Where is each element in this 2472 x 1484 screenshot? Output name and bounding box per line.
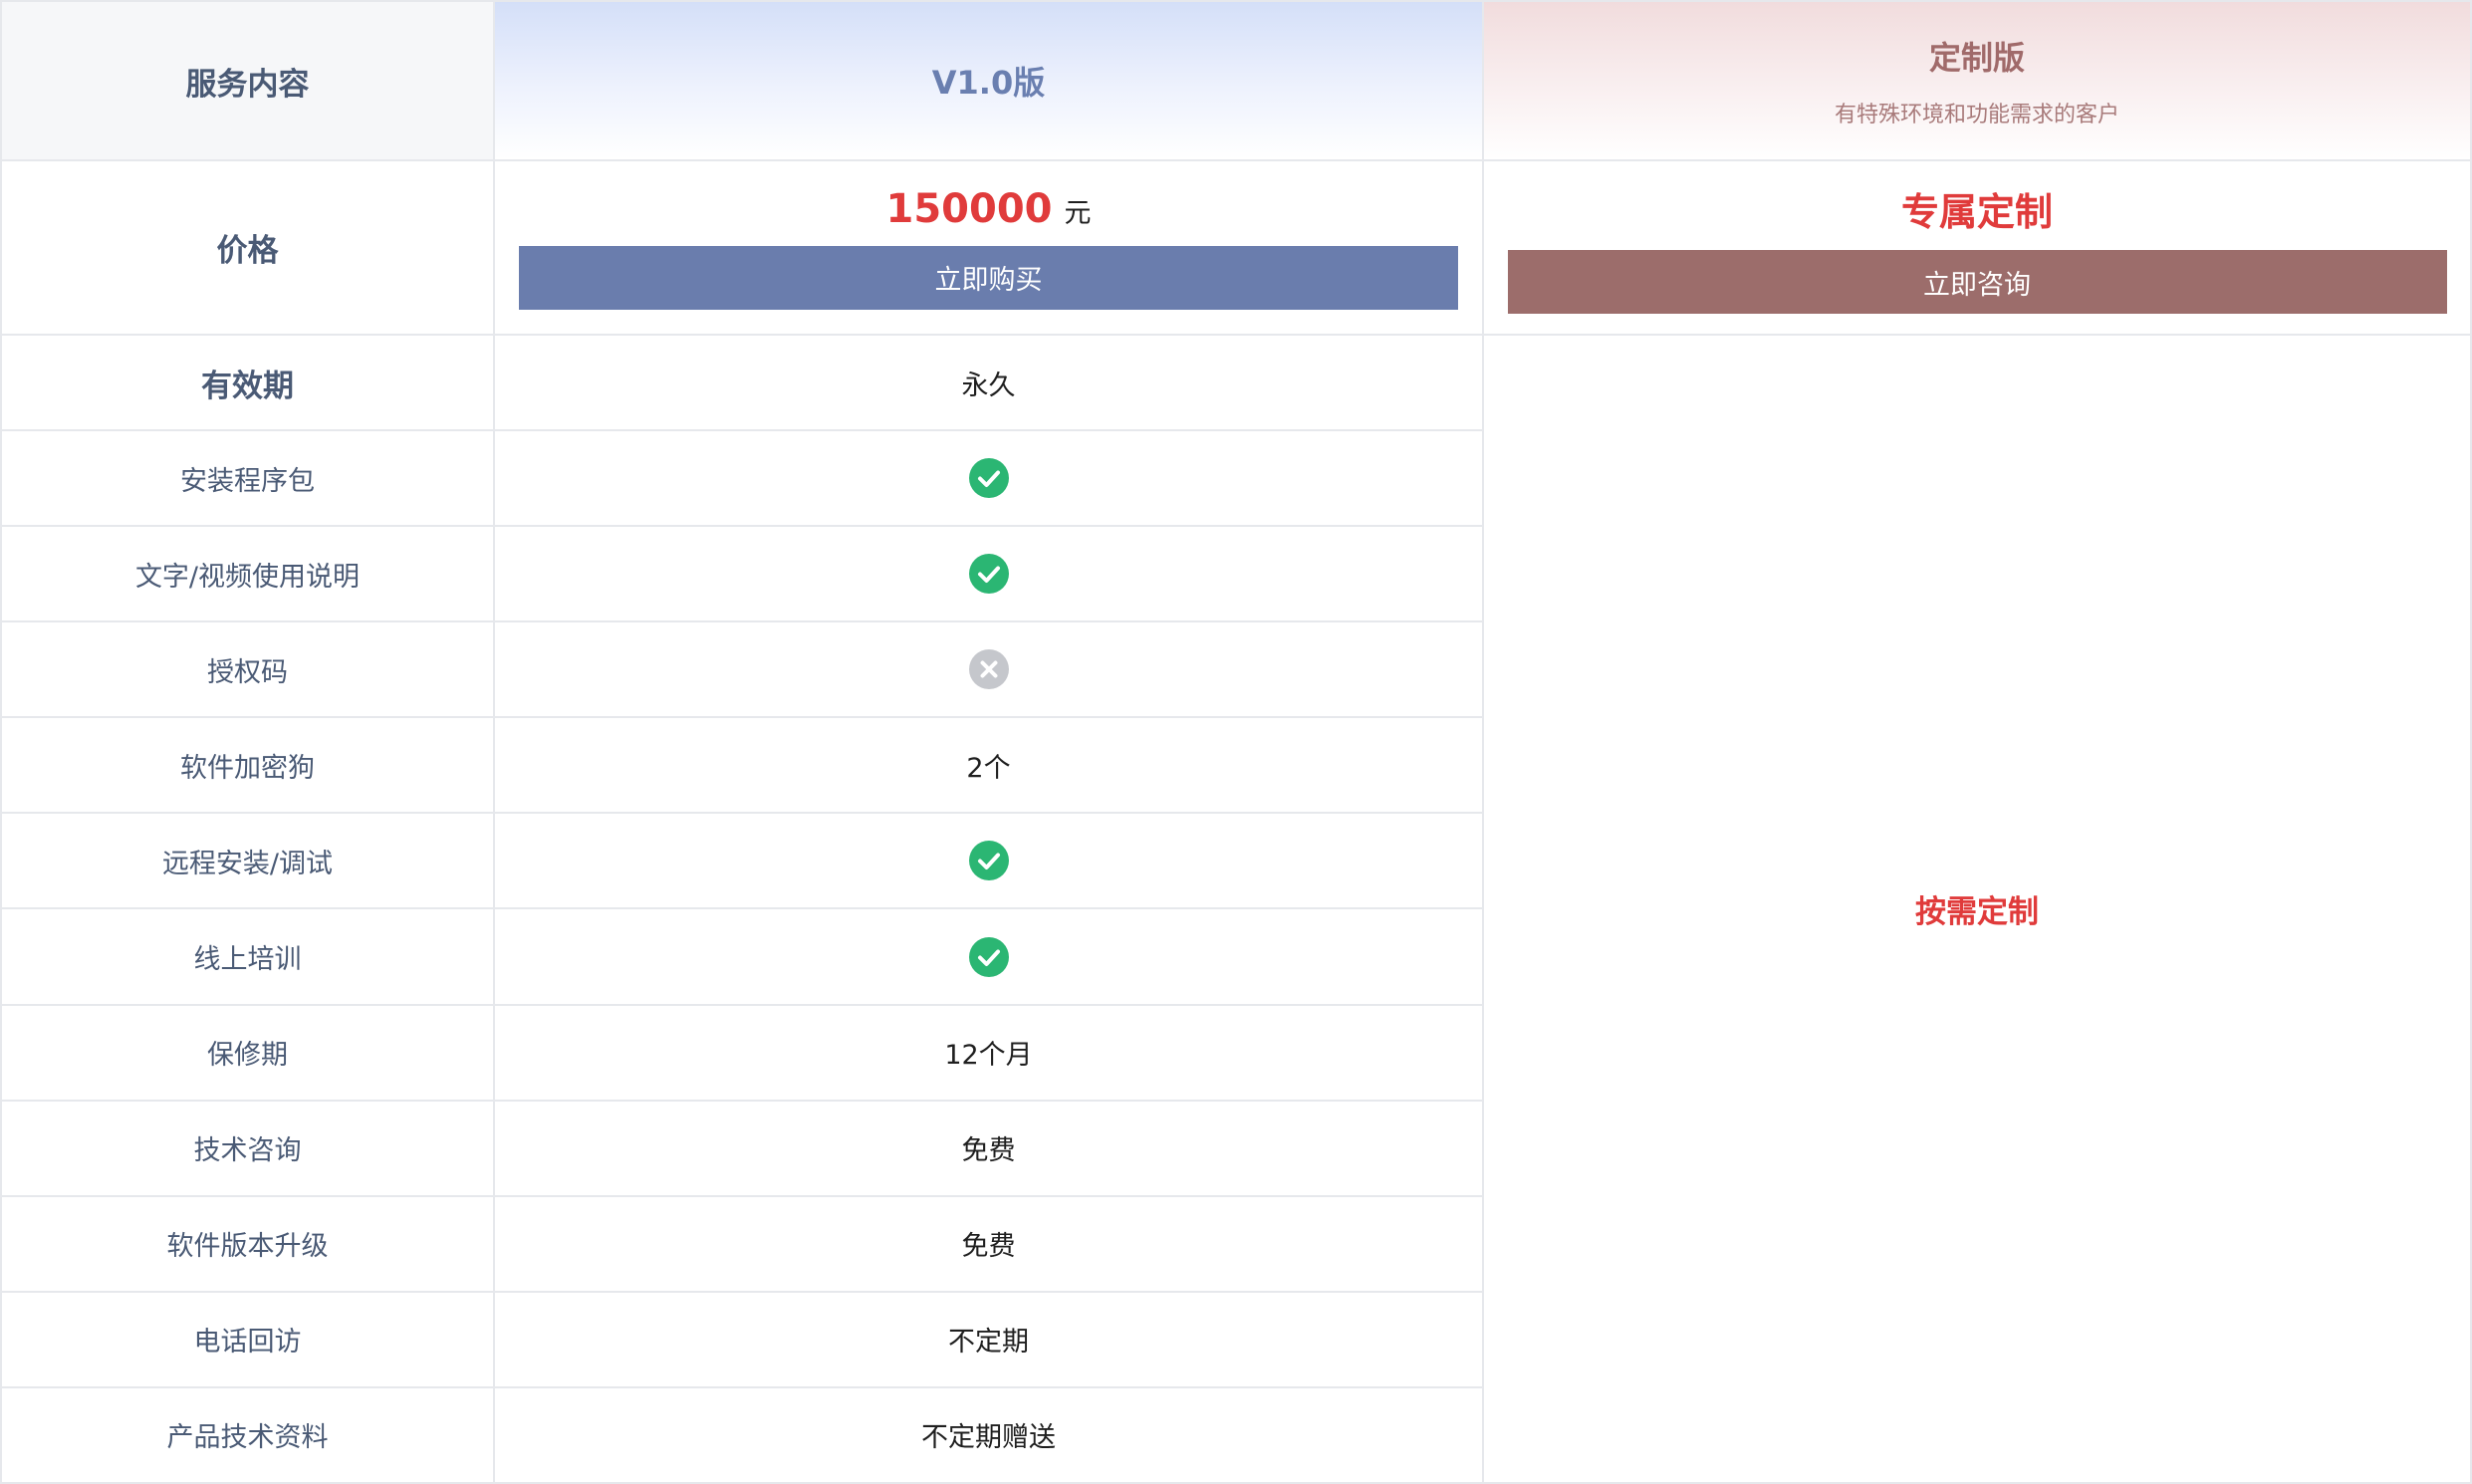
row-label-cell: 电话回访 — [0, 1292, 495, 1388]
v1-price-amount: 150000 — [885, 185, 1053, 232]
row-value-cell — [495, 814, 1484, 910]
check-icon — [968, 841, 1009, 881]
row-label: 技术咨询 — [193, 1135, 302, 1167]
header-v1-label: V1.0版 — [931, 64, 1046, 102]
row-value-cell — [495, 431, 1484, 528]
header-service-cell: 服务内容 — [0, 0, 495, 161]
row-label-cell: 保修期 — [0, 1005, 495, 1102]
row-value-cell: 2个 — [495, 718, 1484, 815]
check-icon — [968, 936, 1009, 977]
row-value-cell: 免费 — [495, 1101, 1484, 1197]
row-label-cell: 文字/视频使用说明 — [0, 527, 495, 623]
row-label: 文字/视频使用说明 — [134, 561, 361, 593]
row-value-cell — [495, 622, 1484, 719]
row-label: 软件加密狗 — [180, 752, 315, 784]
cross-icon — [968, 649, 1009, 690]
custom-price-cell: 专属定制 立即咨询 — [1484, 161, 2472, 336]
v1-price-cell: 150000 元 立即购买 — [495, 161, 1484, 336]
price-label-cell: 价格 — [0, 161, 495, 336]
consult-now-button[interactable]: 立即咨询 — [1507, 250, 2447, 314]
check-icon — [968, 458, 1009, 499]
row-value-cell — [495, 909, 1484, 1006]
row-value-cell: 12个月 — [495, 1005, 1484, 1102]
custom-price-group: 专属定制 立即咨询 — [1484, 181, 2470, 314]
row-label: 线上培训 — [193, 944, 302, 975]
header-custom-cell: 定制版 有特殊环境和功能需求的客户 — [1484, 0, 2472, 161]
row-label: 产品技术资料 — [166, 1422, 329, 1454]
buy-now-button[interactable]: 立即购买 — [519, 245, 1458, 310]
row-label: 授权码 — [207, 656, 288, 688]
row-label-cell: 产品技术资料 — [0, 1387, 495, 1484]
row-value: 永久 — [961, 370, 1016, 401]
custom-price-label: 专属定制 — [1900, 190, 2053, 234]
row-label: 有效期 — [201, 368, 294, 404]
row-label: 远程安装/调试 — [161, 848, 334, 879]
row-label-cell: 有效期 — [0, 336, 495, 432]
row-value: 免费 — [961, 1135, 1016, 1167]
row-value-cell: 不定期 — [495, 1292, 1484, 1388]
header-custom-title: 定制版 — [1928, 39, 2025, 77]
check-icon — [968, 554, 1009, 595]
row-label: 保修期 — [207, 1040, 288, 1072]
row-value: 2个 — [966, 752, 1011, 784]
v1-price-unit: 元 — [1064, 197, 1092, 229]
row-value-cell: 免费 — [495, 1196, 1484, 1293]
v1-price-group: 150000 元 立即购买 — [495, 186, 1482, 310]
row-label: 软件版本升级 — [166, 1231, 329, 1263]
header-v1-cell: V1.0版 — [495, 0, 1484, 161]
row-label-cell: 授权码 — [0, 622, 495, 719]
custom-features-cell: 按需定制 — [1484, 336, 2472, 1484]
row-label-cell: 软件加密狗 — [0, 718, 495, 815]
pricing-table: 服务内容 V1.0版 定制版 有特殊环境和功能需求的客户 价格 150000 元… — [0, 0, 2472, 1484]
row-label: 安装程序包 — [180, 465, 315, 497]
row-value: 免费 — [961, 1231, 1016, 1263]
row-value-cell: 不定期赠送 — [495, 1387, 1484, 1484]
header-custom-subtitle: 有特殊环境和功能需求的客户 — [1834, 103, 2119, 127]
row-label-cell: 线上培训 — [0, 909, 495, 1006]
row-value: 不定期 — [948, 1327, 1029, 1359]
row-label-cell: 技术咨询 — [0, 1101, 495, 1197]
row-label: 电话回访 — [193, 1327, 302, 1359]
row-value: 12个月 — [944, 1040, 1033, 1072]
v1-price-line: 150000 元 — [886, 186, 1092, 232]
row-value-cell: 永久 — [495, 336, 1484, 432]
row-value-cell — [495, 527, 1484, 623]
header-service-label: 服务内容 — [185, 66, 310, 103]
price-label: 价格 — [216, 233, 279, 269]
custom-features-label: 按需定制 — [1915, 893, 2039, 930]
row-value: 不定期赠送 — [921, 1422, 1056, 1454]
row-label-cell: 远程安装/调试 — [0, 814, 495, 910]
row-label-cell: 软件版本升级 — [0, 1196, 495, 1293]
row-label-cell: 安装程序包 — [0, 431, 495, 528]
